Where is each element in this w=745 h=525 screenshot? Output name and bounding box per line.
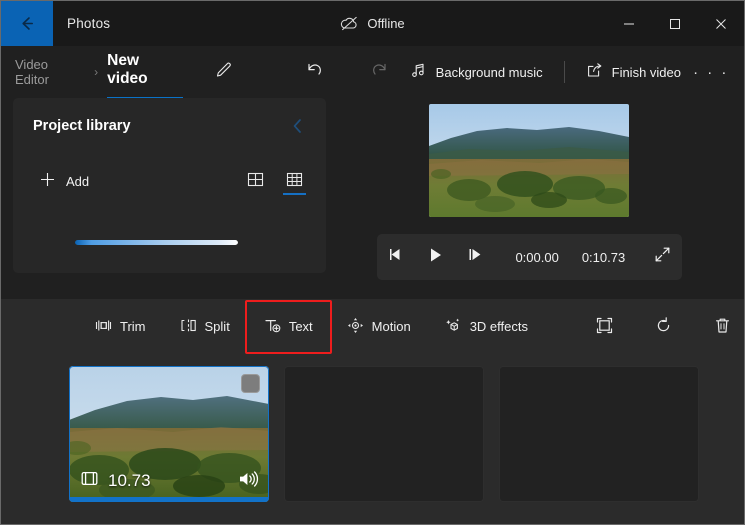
3d-effects-button[interactable]: 3D effects — [435, 310, 538, 344]
project-library-title: Project library — [33, 118, 131, 134]
previous-frame-button[interactable] — [377, 240, 414, 274]
library-progress-fill — [75, 240, 238, 245]
motion-icon — [347, 317, 364, 337]
split-icon — [180, 317, 197, 337]
clip-selection-bar — [69, 497, 269, 502]
music-note-icon — [410, 62, 427, 82]
project-library-controls: Add — [33, 166, 306, 196]
background-music-label: Background music — [435, 64, 543, 80]
project-library-panel: Project library Add — [13, 98, 326, 273]
command-bar: Video Editor › New video Background musi… — [1, 46, 744, 99]
clip-select-checkbox[interactable] — [241, 374, 260, 393]
next-frame-icon — [467, 247, 484, 267]
app-title: Photos — [67, 16, 111, 31]
finish-video-button[interactable]: Finish video — [575, 55, 692, 89]
library-progress-bar — [75, 240, 238, 245]
undo-icon — [304, 61, 324, 84]
fullscreen-button[interactable] — [644, 240, 681, 274]
rotate-button[interactable] — [643, 310, 684, 344]
video-preview-area: 0:00.00 0:10.73 — [326, 98, 732, 287]
redo-icon — [370, 61, 390, 84]
filters-icon — [595, 316, 614, 338]
delete-button[interactable] — [702, 310, 743, 344]
playback-controls: 0:00.00 0:10.73 — [376, 234, 682, 280]
storyboard-clip-2[interactable] — [284, 366, 484, 502]
window-controls — [606, 1, 744, 46]
filters-button[interactable] — [584, 310, 625, 344]
volume-icon[interactable] — [237, 469, 259, 494]
command-bar-more-button[interactable]: · · · — [692, 53, 730, 91]
cloud-offline-icon — [340, 16, 359, 31]
breadcrumb-current-project[interactable]: New video — [107, 52, 184, 99]
more-dots-icon: · · · — [693, 63, 729, 81]
clip-toolbar: Trim Split Text Motion 3D effects — [1, 299, 744, 354]
breadcrumb-video-editor[interactable]: Video Editor — [15, 57, 85, 87]
text-label: Text — [288, 319, 313, 334]
trim-icon — [95, 317, 112, 337]
redo-button[interactable] — [361, 53, 399, 91]
previous-frame-icon — [387, 247, 404, 267]
next-frame-button[interactable] — [457, 240, 494, 274]
preview-video-frame[interactable] — [429, 104, 629, 217]
share-export-icon — [586, 62, 603, 82]
breadcrumb-separator-icon: › — [94, 65, 99, 79]
motion-label: Motion — [371, 319, 411, 334]
3d-effects-label: 3D effects — [469, 319, 528, 334]
storyboard-clip-1[interactable]: 10.73 — [69, 366, 269, 502]
storyboard-clip-3[interactable] — [499, 366, 699, 502]
motion-button[interactable]: Motion — [337, 310, 421, 344]
pencil-icon — [215, 61, 233, 84]
finish-video-label: Finish video — [611, 64, 681, 80]
command-bar-actions: Background music Finish video · · · — [399, 53, 730, 91]
photos-video-editor-window: Photos Offline Video Editor › New video … — [0, 0, 745, 525]
text-button[interactable]: Text — [244, 299, 332, 354]
film-icon — [80, 469, 99, 493]
play-button[interactable] — [417, 240, 454, 274]
total-time-label: 0:10.73 — [581, 249, 626, 265]
project-library-header: Project library — [33, 118, 306, 134]
back-button[interactable] — [1, 1, 53, 46]
storyboard-panel: Trim Split Text Motion 3D effects 10.73 — [1, 299, 744, 524]
offline-label: Offline — [367, 16, 405, 31]
text-icon — [264, 317, 281, 337]
library-view-toggles — [244, 167, 306, 195]
rotate-icon — [654, 316, 673, 338]
view-large-grid-button[interactable] — [244, 167, 267, 195]
clip-footer: 10.73 — [69, 460, 269, 502]
maximize-button[interactable] — [652, 1, 698, 46]
split-button[interactable]: Split — [170, 310, 240, 344]
clip-duration-label: 10.73 — [108, 471, 151, 490]
chevron-left-icon — [291, 119, 304, 138]
background-music-button[interactable]: Background music — [399, 55, 554, 89]
play-icon — [427, 247, 444, 268]
split-label: Split — [204, 319, 230, 334]
fullscreen-icon — [654, 246, 671, 268]
editor-upper-area: Project library Add 0:00.00 0:10.73 — [1, 98, 744, 299]
back-arrow-icon — [18, 14, 37, 33]
trim-button[interactable]: Trim — [85, 310, 156, 344]
rename-project-button[interactable] — [205, 53, 243, 91]
landscape-video-frame — [429, 104, 629, 217]
delete-icon — [713, 316, 732, 338]
add-media-button[interactable]: Add — [33, 166, 99, 196]
storyboard-clip-list: 10.73 — [1, 354, 744, 524]
3d-effects-icon — [445, 317, 462, 337]
close-button[interactable] — [698, 1, 744, 46]
current-time-label: 0:00.00 — [515, 249, 559, 265]
command-divider — [563, 61, 565, 83]
add-media-label: Add — [66, 173, 90, 189]
title-bar: Photos Offline — [1, 1, 744, 46]
trim-label: Trim — [120, 319, 146, 334]
undo-button[interactable] — [295, 53, 333, 91]
grid-2x2-icon — [247, 172, 264, 192]
view-small-grid-button[interactable] — [283, 167, 306, 195]
plus-icon — [39, 171, 56, 191]
collapse-library-button[interactable] — [289, 118, 306, 134]
minimize-button[interactable] — [606, 1, 652, 46]
grid-3x3-icon — [286, 172, 303, 192]
